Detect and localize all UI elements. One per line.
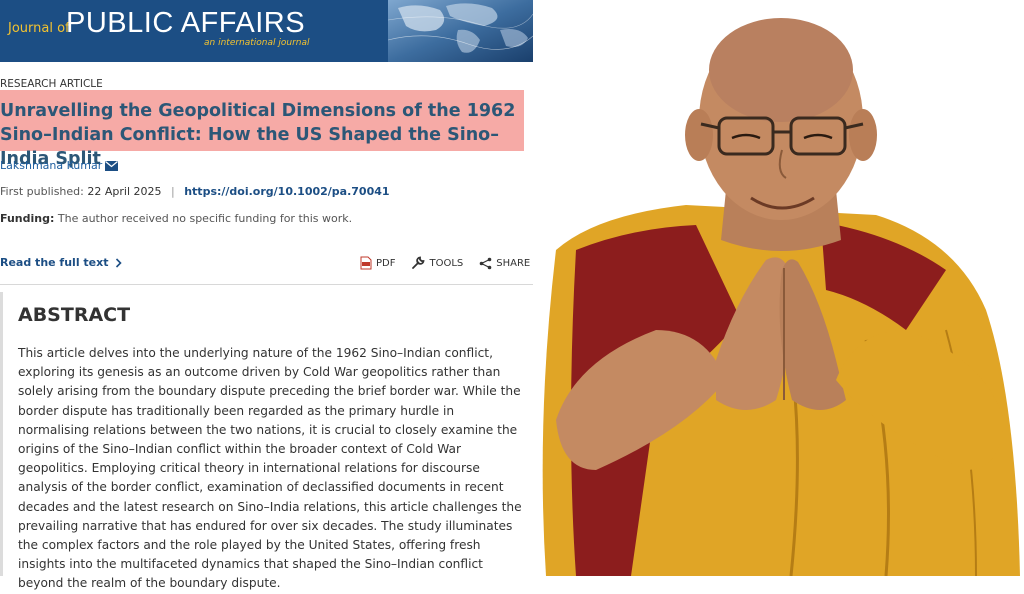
- journal-banner: Journal of PUBLIC AFFAIRS an internation…: [0, 0, 533, 62]
- journal-subtitle: an international journal: [204, 38, 310, 48]
- funding-statement: Funding: The author received no specific…: [0, 212, 352, 225]
- abstract-text: This article delves into the underlying …: [18, 346, 522, 591]
- abstract-heading: ABSTRACT: [18, 304, 131, 326]
- author-row: Lakshmana Kumar: [0, 159, 119, 172]
- read-full-text-label: Read the full text: [0, 256, 109, 269]
- section-divider: [0, 284, 533, 285]
- meta-separator: |: [171, 185, 175, 198]
- read-full-text-link[interactable]: Read the full text: [0, 256, 122, 269]
- chevron-right-icon: [115, 257, 122, 268]
- share-button[interactable]: SHARE: [479, 257, 530, 270]
- pdf-icon: [360, 256, 372, 270]
- funding-text: The author received no specific funding …: [57, 212, 353, 225]
- author-name-link[interactable]: Lakshmana Kumar: [0, 159, 102, 172]
- world-map-image: [388, 0, 533, 62]
- share-label: SHARE: [496, 257, 531, 269]
- wrench-icon: [412, 256, 425, 269]
- first-published-date: 22 April 2025: [87, 185, 162, 198]
- article-type-label: RESEARCH ARTICLE: [0, 78, 103, 90]
- doi-link[interactable]: https://doi.org/10.1002/pa.70041: [184, 185, 389, 198]
- journal-name: PUBLIC AFFAIRS: [66, 7, 306, 39]
- share-icon: [479, 257, 492, 269]
- tools-label: TOOLS: [429, 257, 464, 269]
- funding-label: Funding:: [0, 212, 55, 225]
- first-published-label: First published:: [0, 185, 84, 198]
- pdf-button[interactable]: PDF: [360, 256, 395, 270]
- pdf-label: PDF: [376, 257, 396, 269]
- envelope-icon[interactable]: [105, 160, 119, 171]
- tools-button[interactable]: TOOLS: [411, 256, 463, 270]
- monk-portrait-image: [542, 18, 1020, 576]
- journal-of-label: Journal of: [8, 21, 70, 36]
- publication-meta: First published: 22 April 2025 | https:/…: [0, 185, 390, 198]
- article-tools: PDF TOOLS SHARE: [360, 256, 530, 270]
